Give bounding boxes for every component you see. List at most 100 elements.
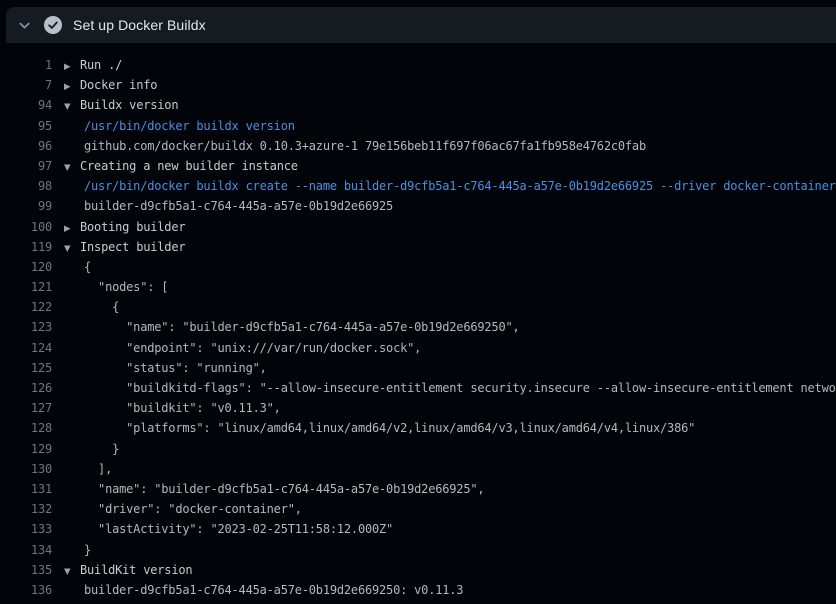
log-text: ],	[84, 459, 112, 479]
line-number[interactable]: 122	[0, 297, 52, 317]
line-number[interactable]: 121	[0, 277, 52, 297]
line-number[interactable]: 135	[0, 560, 52, 580]
log-line: 125 "status": "running",	[0, 358, 836, 378]
log-line: 136 builder-d9cfb5a1-c764-445a-a57e-0b19d…	[0, 580, 836, 600]
log-text: {	[84, 257, 91, 277]
log-line: 123 "name": "builder-d9cfb5a1-c764-445a-…	[0, 317, 836, 337]
log-lines: 1▶Run ./7▶Docker info94▼Buildx version95…	[0, 55, 836, 600]
line-number[interactable]: 7	[0, 75, 52, 95]
chevron-collapsed-icon: ▶	[64, 57, 80, 77]
log-line: 122 {	[0, 297, 836, 317]
log-line: 126 "buildkitd-flags": "--allow-insecure…	[0, 378, 836, 398]
line-number[interactable]: 123	[0, 317, 52, 337]
line-number[interactable]: 129	[0, 439, 52, 459]
log-line: 128 "platforms": "linux/amd64,linux/amd6…	[0, 418, 836, 438]
log-text: }	[84, 439, 119, 459]
log-line: 131 "name": "builder-d9cfb5a1-c764-445a-…	[0, 479, 836, 499]
log-text: "endpoint": "unix:///var/run/docker.sock…	[84, 338, 421, 358]
actions-log-viewer: Set up Docker Buildx 1▶Run ./7▶Docker in…	[0, 0, 836, 604]
log-group-label: Run ./	[80, 58, 122, 72]
line-number[interactable]: 136	[0, 580, 52, 600]
log-line: 120 {	[0, 257, 836, 277]
log-line: 127 "buildkit": "v0.11.3",	[0, 398, 836, 418]
log-line: 133 "lastActivity": "2023-02-25T11:58:12…	[0, 519, 836, 539]
line-number[interactable]: 119	[0, 237, 52, 257]
log-group-toggle[interactable]: ▶Run ./	[52, 58, 122, 72]
log-text: github.com/docker/buildx 0.10.3+azure-1 …	[84, 136, 646, 156]
log-line: 121 "nodes": [	[0, 277, 836, 297]
log-text: "status": "running",	[84, 358, 267, 378]
log-group-toggle[interactable]: ▼BuildKit version	[52, 563, 192, 577]
log-group-toggle[interactable]: ▼Creating a new builder instance	[52, 159, 298, 173]
line-number[interactable]: 125	[0, 358, 52, 378]
log-text: "name": "builder-d9cfb5a1-c764-445a-a57e…	[84, 317, 520, 337]
log-line: 97▼Creating a new builder instance	[0, 156, 836, 176]
log-text: }	[84, 540, 91, 560]
line-number[interactable]: 96	[0, 136, 52, 156]
chevron-expanded-icon: ▼	[64, 158, 80, 178]
line-number[interactable]: 99	[0, 196, 52, 216]
log-group-label: Inspect builder	[80, 240, 185, 254]
check-circle-icon	[44, 16, 62, 34]
log-group-label: Booting builder	[80, 220, 185, 234]
log-text: "buildkit": "v0.11.3",	[84, 398, 281, 418]
line-number[interactable]: 1	[0, 55, 52, 75]
log-group-toggle[interactable]: ▶Booting builder	[52, 220, 185, 234]
log-text: "name": "builder-d9cfb5a1-c764-445a-a57e…	[84, 479, 484, 499]
log-line: 96 github.com/docker/buildx 0.10.3+azure-…	[0, 136, 836, 156]
line-number[interactable]: 131	[0, 479, 52, 499]
line-number[interactable]: 127	[0, 398, 52, 418]
log-text: "nodes": [	[84, 277, 168, 297]
log-group-label: Buildx version	[80, 98, 178, 112]
log-group-label: Creating a new builder instance	[80, 159, 298, 173]
log-line: 1▶Run ./	[0, 55, 836, 75]
log-line: 94▼Buildx version	[0, 95, 836, 115]
log-line: 119▼Inspect builder	[0, 237, 836, 257]
log-text: "lastActivity": "2023-02-25T11:58:12.000…	[84, 519, 393, 539]
log-line: 130 ],	[0, 459, 836, 479]
line-number[interactable]: 98	[0, 176, 52, 196]
line-number[interactable]: 97	[0, 156, 52, 176]
log-line: 134}	[0, 540, 836, 560]
log-text: builder-d9cfb5a1-c764-445a-a57e-0b19d2e6…	[84, 196, 393, 216]
log-line: 7▶Docker info	[0, 75, 836, 95]
step-title: Set up Docker Buildx	[73, 17, 206, 33]
line-number[interactable]: 95	[0, 116, 52, 136]
log-text: /usr/bin/docker buildx create --name bui…	[84, 176, 836, 196]
log-line: 99 builder-d9cfb5a1-c764-445a-a57e-0b19d2…	[0, 196, 836, 216]
log-text: {	[84, 297, 119, 317]
log-group-label: BuildKit version	[80, 563, 192, 577]
log-line: 100▶Booting builder	[0, 217, 836, 237]
chevron-expanded-icon: ▼	[64, 239, 80, 259]
log-line: 95/usr/bin/docker buildx version	[0, 116, 836, 136]
chevron-collapsed-icon: ▶	[64, 77, 80, 97]
log-line: 135▼BuildKit version	[0, 560, 836, 580]
line-number[interactable]: 132	[0, 499, 52, 519]
line-number[interactable]: 130	[0, 459, 52, 479]
line-number[interactable]: 126	[0, 378, 52, 398]
log-group-toggle[interactable]: ▼Inspect builder	[52, 240, 185, 254]
log-area: 1▶Run ./7▶Docker info94▼Buildx version95…	[0, 43, 836, 604]
step-header[interactable]: Set up Docker Buildx	[6, 7, 836, 43]
chevron-expanded-icon: ▼	[64, 562, 80, 582]
log-text: /usr/bin/docker buildx version	[84, 116, 295, 136]
line-number[interactable]: 120	[0, 257, 52, 277]
log-text: builder-d9cfb5a1-c764-445a-a57e-0b19d2e6…	[84, 580, 463, 600]
log-text: "buildkitd-flags": "--allow-insecure-ent…	[84, 378, 836, 398]
line-number[interactable]: 100	[0, 217, 52, 237]
line-number[interactable]: 128	[0, 418, 52, 438]
chevron-collapsed-icon: ▶	[64, 219, 80, 239]
chevron-down-icon	[13, 14, 35, 36]
log-line: 132 "driver": "docker-container",	[0, 499, 836, 519]
line-number[interactable]: 94	[0, 95, 52, 115]
line-number[interactable]: 124	[0, 338, 52, 358]
chevron-expanded-icon: ▼	[64, 97, 80, 117]
log-group-toggle[interactable]: ▶Docker info	[52, 78, 157, 92]
log-group-label: Docker info	[80, 78, 157, 92]
line-number[interactable]: 134	[0, 540, 52, 560]
log-line: 124 "endpoint": "unix:///var/run/docker.…	[0, 338, 836, 358]
log-line: 129 }	[0, 439, 836, 459]
log-group-toggle[interactable]: ▼Buildx version	[52, 98, 178, 112]
log-text: "driver": "docker-container",	[84, 499, 302, 519]
line-number[interactable]: 133	[0, 519, 52, 539]
